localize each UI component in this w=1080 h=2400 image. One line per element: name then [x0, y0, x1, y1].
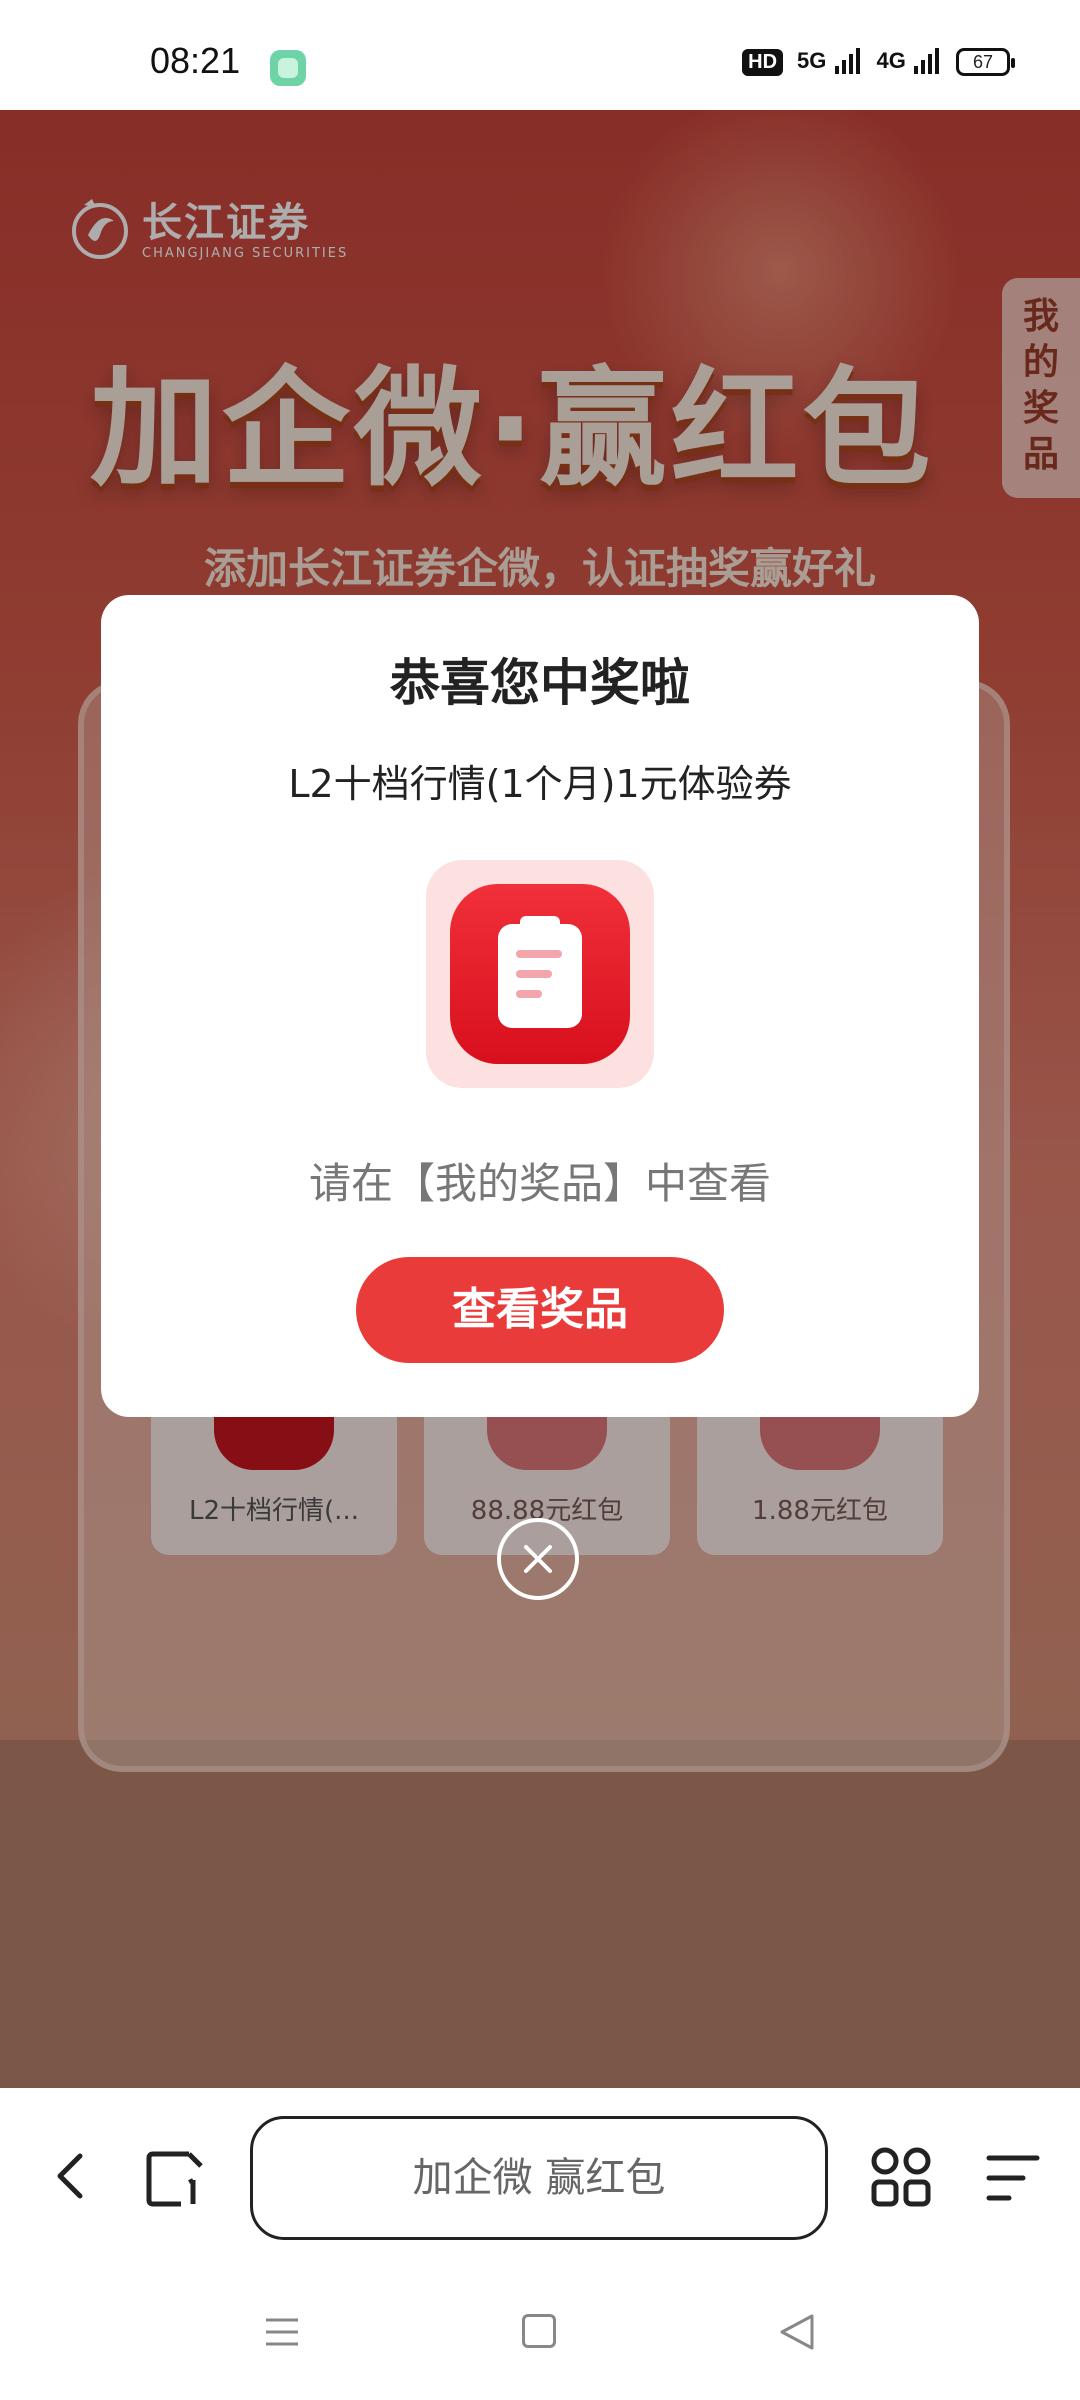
menu-icon[interactable] [985, 2152, 1041, 2204]
app-notification-icon [270, 50, 306, 86]
prize-dialog: 恭喜您中奖啦 L2十档行情(1个月)1元体验券 请在【我的奖品】中查看 查看奖品 [101, 595, 979, 1417]
signal-bars-icon [914, 48, 939, 75]
document-icon [450, 884, 630, 1064]
web-page: 长江证券 CHANGJIANG SECURITIES 加企微·赢红包 添加长江证… [0, 110, 1080, 2088]
signal-bars-icon [834, 48, 860, 75]
network-4g-label: 4G [876, 48, 906, 73]
status-time: 08:21 [150, 40, 241, 81]
dialog-title: 恭喜您中奖啦 [390, 654, 690, 712]
dialog-hint: 请在【我的奖品】中查看 [308, 1159, 771, 1208]
view-prizes-button[interactable]: 查看奖品 [356, 1257, 724, 1363]
system-navigation-bar [0, 2268, 1080, 2400]
prize-name: L2十档行情(1个月)1元体验券 [288, 762, 792, 806]
prize-icon-container [426, 860, 654, 1088]
recent-apps-icon[interactable] [264, 2314, 300, 2350]
browser-toolbar: 加企微 赢红包 [0, 2088, 1080, 2268]
home-icon[interactable] [522, 2314, 556, 2348]
status-indicators: HD 5G 4G 67 [742, 48, 1015, 77]
close-dialog-icon[interactable] [497, 1518, 579, 1600]
signal-5g: 5G [797, 48, 862, 76]
apps-grid-icon[interactable] [870, 2146, 932, 2208]
battery-icon: 67 [956, 48, 1015, 77]
network-5g-label: 5G [797, 48, 827, 73]
hd-badge: HD [742, 48, 784, 76]
address-bar[interactable]: 加企微 赢红包 [250, 2116, 828, 2240]
tabs-icon[interactable] [145, 2148, 205, 2208]
back-triangle-icon[interactable] [778, 2312, 816, 2352]
back-arrow-icon[interactable] [50, 2148, 90, 2204]
signal-4g: 4G [877, 48, 942, 76]
status-bar: 08:21 HD 5G 4G 67 [0, 0, 1080, 110]
